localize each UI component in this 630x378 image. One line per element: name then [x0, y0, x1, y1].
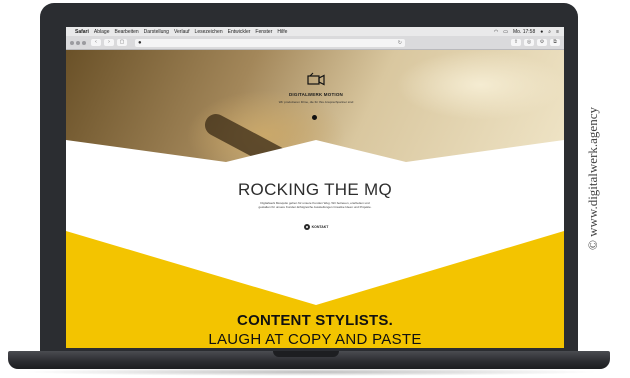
copyright-credit: © www.digitalwerk.agency [585, 107, 600, 250]
laptop-screen: Safari Ablage Bearbeiten Darstellung Ver… [66, 27, 564, 348]
section-heading: ROCKING THE MQ [237, 180, 393, 199]
menu-safari[interactable]: Safari [75, 29, 89, 35]
list-icon[interactable]: ≡ [556, 29, 559, 35]
laptop-notch [273, 351, 339, 357]
settings-button[interactable]: ⚙ [537, 39, 547, 46]
section-text: Digitalwerk Mosquito gehen für unsere Ku… [258, 201, 372, 209]
menu-hilfe[interactable]: Hilfe [277, 29, 287, 35]
address-bar[interactable]: ● ↻ [135, 38, 405, 47]
hero-photo-highlight [396, 50, 564, 120]
toolbar-right: ⇧ ◎ ⚙ ⧉ [508, 39, 560, 46]
menu-bar: Safari Ablage Bearbeiten Darstellung Ver… [66, 27, 564, 36]
contact-button[interactable]: KONTAKT [296, 223, 336, 230]
content-heading: CONTENT STYLISTS. [237, 312, 393, 329]
close-window-button[interactable] [70, 40, 74, 45]
status-area: ◠ ▭ Mo. 17:58 ● ⌕ ≡ [489, 29, 564, 35]
sidebar-button[interactable]: ▢ [117, 39, 127, 46]
tabs-button[interactable]: ⧉ [550, 39, 560, 46]
video-camera-icon [307, 72, 325, 86]
menu-ablage[interactable]: Ablage [94, 29, 110, 35]
minimize-window-button[interactable] [76, 40, 80, 45]
hero-brand-sub: Wir produzieren Filme, die für Ihre Ansp… [278, 100, 354, 104]
zoom-window-button[interactable] [82, 40, 86, 45]
window-controls [70, 40, 88, 45]
shield-icon[interactable]: ● [138, 39, 142, 47]
clock[interactable]: Mo. 17:58 [513, 29, 535, 35]
browser-toolbar: ‹ › ▢ ● ↻ ⇧ ◎ ⚙ ⧉ [66, 36, 564, 50]
forward-button[interactable]: › [104, 39, 114, 46]
wifi-icon[interactable]: ◠ [494, 29, 498, 35]
reload-icon[interactable]: ↻ [398, 39, 402, 47]
share-button[interactable]: ⇧ [511, 39, 521, 46]
hero-brand: DIGITALWERK MOTION [288, 92, 343, 97]
battery-icon[interactable]: ▭ [503, 29, 508, 35]
laptop-shadow [20, 368, 600, 376]
menu-entwickler[interactable]: Entwickler [228, 29, 251, 35]
contact-label: KONTAKT [311, 224, 329, 229]
menu-fenster[interactable]: Fenster [255, 29, 272, 35]
contact-icon [303, 223, 310, 230]
back-button[interactable]: ‹ [91, 39, 101, 46]
menu-bearbeiten[interactable]: Bearbeiten [114, 29, 138, 35]
content-subheading: LAUGH AT COPY AND PASTE [208, 331, 422, 348]
slider-dot[interactable] [312, 115, 317, 120]
spotlight-icon[interactable]: ⌕ [548, 29, 551, 35]
menu-darstellung[interactable]: Darstellung [144, 29, 169, 35]
extension-button[interactable]: ◎ [524, 39, 534, 46]
user-icon[interactable]: ● [540, 29, 543, 35]
menu-lesezeichen[interactable]: Lesezeichen [195, 29, 223, 35]
menu-verlauf[interactable]: Verlauf [174, 29, 190, 35]
